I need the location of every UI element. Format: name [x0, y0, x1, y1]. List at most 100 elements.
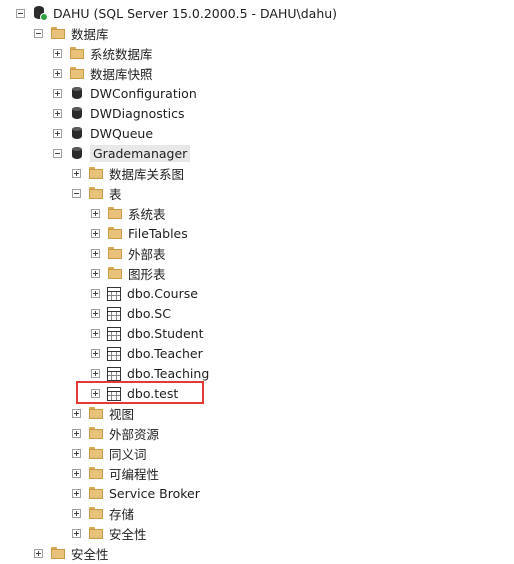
- tree-node-dwdiagnostics[interactable]: DWDiagnostics: [53, 103, 185, 123]
- node-label: 存储: [109, 506, 135, 522]
- server-icon: [32, 5, 48, 21]
- folder-icon: [88, 405, 104, 421]
- folder-icon: [88, 185, 104, 201]
- expand-icon[interactable]: [91, 368, 100, 378]
- tree-node-server[interactable]: DAHU (SQL Server 15.0.2000.5 - DAHU\dahu…: [16, 3, 337, 23]
- node-label: DWDiagnostics: [90, 105, 185, 121]
- node-label: 图形表: [128, 266, 166, 282]
- tree-node-tables[interactable]: 表: [72, 183, 122, 203]
- node-label: 数据库关系图: [109, 166, 185, 182]
- tree-node-dbo-course[interactable]: dbo.Course: [91, 283, 198, 303]
- node-label: 表: [109, 186, 122, 202]
- tree-node-dbo-teacher[interactable]: dbo.Teacher: [91, 343, 203, 363]
- expand-icon[interactable]: [53, 88, 62, 98]
- tree-node-databases[interactable]: 数据库: [34, 23, 109, 43]
- expand-icon[interactable]: [72, 408, 81, 418]
- folder-icon: [88, 165, 104, 181]
- expand-icon[interactable]: [91, 308, 100, 318]
- folder-icon: [88, 465, 104, 481]
- expand-icon[interactable]: [91, 208, 100, 218]
- expand-icon[interactable]: [53, 108, 62, 118]
- node-label: 视图: [109, 406, 135, 422]
- collapse-icon[interactable]: [53, 148, 62, 158]
- tree-node-security[interactable]: 安全性: [34, 543, 109, 563]
- node-label: 数据库快照: [90, 66, 153, 82]
- folder-icon: [88, 485, 104, 501]
- node-label: dbo.Teacher: [127, 345, 203, 361]
- expand-icon[interactable]: [91, 228, 100, 238]
- database-icon: [69, 125, 85, 141]
- collapse-icon[interactable]: [72, 188, 81, 198]
- tree-node-db-security[interactable]: 安全性: [72, 523, 147, 543]
- table-icon: [107, 307, 121, 321]
- tree-node-graph-tables[interactable]: 图形表: [91, 263, 166, 283]
- database-icon: [69, 145, 85, 161]
- node-label: Grademanager: [90, 144, 191, 162]
- expand-icon[interactable]: [91, 348, 100, 358]
- table-icon: [107, 347, 121, 361]
- expand-icon[interactable]: [34, 548, 43, 558]
- database-icon: [69, 85, 85, 101]
- expand-icon[interactable]: [72, 528, 81, 538]
- highlight-box: [76, 381, 204, 404]
- expand-icon[interactable]: [72, 468, 81, 478]
- node-label: DWConfiguration: [90, 85, 197, 101]
- node-label: DAHU (SQL Server 15.0.2000.5 - DAHU\dahu…: [53, 5, 338, 21]
- folder-icon: [88, 445, 104, 461]
- folder-icon: [50, 25, 66, 41]
- node-label: 安全性: [71, 546, 109, 562]
- tree-node-service-broker[interactable]: Service Broker: [72, 483, 200, 503]
- expand-icon[interactable]: [91, 328, 100, 338]
- collapse-icon[interactable]: [34, 28, 43, 38]
- tree-node-grademanager[interactable]: Grademanager: [53, 143, 191, 163]
- tree-node-dbo-sc[interactable]: dbo.SC: [91, 303, 171, 323]
- node-label: dbo.Course: [127, 285, 198, 301]
- node-label: 同义词: [109, 446, 147, 462]
- node-label: 外部表: [128, 246, 166, 262]
- expand-icon[interactable]: [53, 68, 62, 78]
- folder-icon: [107, 225, 123, 241]
- expand-icon[interactable]: [72, 168, 81, 178]
- database-icon: [69, 105, 85, 121]
- tree-node-dbo-student[interactable]: dbo.Student: [91, 323, 203, 343]
- folder-icon: [50, 545, 66, 561]
- table-icon: [107, 287, 121, 301]
- folder-icon: [69, 45, 85, 61]
- node-label: dbo.Student: [127, 325, 204, 341]
- collapse-icon[interactable]: [16, 8, 25, 18]
- expand-icon[interactable]: [53, 48, 62, 58]
- expand-icon[interactable]: [72, 428, 81, 438]
- node-label: 数据库: [71, 26, 109, 42]
- folder-icon: [107, 245, 123, 261]
- folder-icon: [107, 205, 123, 221]
- tree-node-external-tables[interactable]: 外部表: [91, 243, 166, 263]
- node-label: 系统表: [128, 206, 166, 222]
- tree-node-dwconfiguration[interactable]: DWConfiguration: [53, 83, 197, 103]
- object-explorer-tree: DAHU (SQL Server 15.0.2000.5 - DAHU\dahu…: [0, 0, 514, 564]
- tree-node-database-snapshots[interactable]: 数据库快照: [53, 63, 153, 83]
- tree-node-synonyms[interactable]: 同义词: [72, 443, 147, 463]
- expand-icon[interactable]: [91, 268, 100, 278]
- tree-node-dwqueue[interactable]: DWQueue: [53, 123, 153, 143]
- tree-node-db-diagrams[interactable]: 数据库关系图: [72, 163, 184, 183]
- tree-node-system-databases[interactable]: 系统数据库: [53, 43, 153, 63]
- folder-icon: [69, 65, 85, 81]
- expand-icon[interactable]: [72, 488, 81, 498]
- expand-icon[interactable]: [91, 248, 100, 258]
- tree-node-storage[interactable]: 存储: [72, 503, 134, 523]
- node-label: 可编程性: [109, 466, 160, 482]
- expand-icon[interactable]: [91, 288, 100, 298]
- expand-icon[interactable]: [72, 448, 81, 458]
- folder-icon: [88, 505, 104, 521]
- tree-node-programmability[interactable]: 可编程性: [72, 463, 159, 483]
- expand-icon[interactable]: [72, 508, 81, 518]
- tree-node-filetables[interactable]: FileTables: [91, 223, 188, 243]
- expand-icon[interactable]: [53, 128, 62, 138]
- tree-node-system-tables[interactable]: 系统表: [91, 203, 166, 223]
- tree-node-views[interactable]: 视图: [72, 403, 134, 423]
- tree-node-external-resources[interactable]: 外部资源: [72, 423, 159, 443]
- tree-node-dbo-teaching[interactable]: dbo.Teaching: [91, 363, 209, 383]
- node-label: DWQueue: [90, 125, 154, 141]
- node-label: 安全性: [109, 526, 147, 542]
- node-label: FileTables: [128, 225, 188, 241]
